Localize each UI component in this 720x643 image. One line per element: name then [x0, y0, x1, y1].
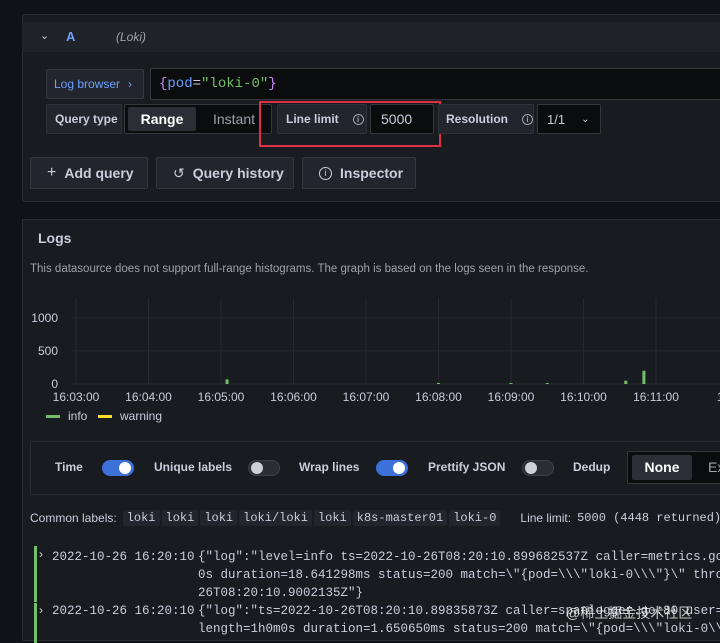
- legend-warning: warning: [98, 409, 162, 423]
- resolution-label: Resolution i: [438, 104, 534, 134]
- unique-labels-toggle[interactable]: [248, 460, 280, 476]
- chart-bar-info: [437, 383, 440, 385]
- query-type-label: Query type: [46, 104, 122, 134]
- wrap-lines-toggle[interactable]: [376, 460, 408, 476]
- chart-bar-info: [545, 383, 549, 385]
- query-value: "loki-0": [201, 76, 269, 92]
- log-browser-label: Log browser: [54, 77, 121, 91]
- histogram-notice: This datasource does not support full-ra…: [30, 263, 589, 275]
- common-label-chip: loki: [122, 510, 160, 526]
- y-tick-label: 500: [38, 344, 58, 358]
- common-label-chip: loki: [161, 510, 199, 526]
- resolution-select[interactable]: 1/1 ⌄: [537, 104, 601, 134]
- log-message-line: 0s duration=18.641298ms status=200 match…: [198, 568, 720, 582]
- query-datasource: (Loki): [116, 30, 147, 44]
- time-toggle[interactable]: [102, 460, 134, 476]
- x-tick-label: 16:10:00: [560, 390, 607, 404]
- prettify-json-toggle-label: Prettify JSON: [428, 460, 506, 474]
- chart-bar-info: [509, 383, 513, 385]
- line-limit-info-label: Line limit:: [520, 511, 572, 525]
- common-labels: Common labels: loki loki loki loki/loki …: [30, 510, 720, 526]
- query-history-button[interactable]: ↺ Query history: [156, 157, 294, 189]
- log-browser-button[interactable]: Log browser ›: [46, 69, 144, 99]
- history-icon: ↺: [173, 164, 185, 181]
- x-tick-label: 16:03:00: [53, 390, 100, 404]
- log-level-bar: [34, 546, 37, 602]
- query-input[interactable]: {pod = "loki-0"}: [150, 68, 720, 100]
- x-tick-label: 16:09:00: [488, 390, 535, 404]
- watermark: @稀土掘金技术社区: [566, 605, 693, 621]
- chart-bar-info: [624, 380, 628, 384]
- logs-volume-chart: 1000 500 016:03:00 16:04:00 16:05:00 16:06:00…: [31, 298, 720, 404]
- chart-bar-info: [225, 379, 229, 384]
- log-level-bar: [34, 603, 37, 643]
- common-label-chip: loki: [313, 510, 351, 526]
- inspector-button[interactable]: i Inspector: [302, 157, 416, 189]
- common-label-chip: loki/loki: [239, 510, 312, 526]
- dedup-exact-option[interactable]: Ex: [708, 455, 720, 480]
- log-timestamp: 2022-10-26 16:20:10: [52, 550, 195, 564]
- query-type-range-option[interactable]: Range: [128, 107, 196, 131]
- x-tick-label: 16:08:00: [415, 390, 462, 404]
- y-tick-label: 0: [51, 377, 58, 391]
- line-limit-highlight-box: [259, 101, 441, 147]
- query-type-instant-option[interactable]: Instant: [204, 107, 264, 131]
- legend-warning-swatch: [98, 414, 112, 418]
- add-query-button[interactable]: + Add query: [30, 157, 148, 189]
- dedup-none-option[interactable]: None: [632, 455, 692, 480]
- line-limit-info-value: 5000 (4448 returned): [577, 511, 720, 525]
- unique-labels-toggle-label: Unique labels: [154, 460, 233, 474]
- log-message-line: 26T08:20:10.9002135Z"}: [198, 586, 364, 600]
- chart-bar-info: [642, 370, 646, 384]
- query-key: pod: [167, 76, 193, 92]
- chevron-down-icon: ⌄: [581, 113, 590, 125]
- info-circle-icon: i: [319, 166, 332, 180]
- wrap-lines-toggle-label: Wrap lines: [299, 460, 360, 474]
- plus-icon: +: [47, 164, 57, 181]
- log-timestamp: 2022-10-26 16:20:10: [52, 604, 195, 618]
- logs-title: Logs: [38, 230, 72, 246]
- y-tick-label: 1000: [31, 311, 58, 325]
- query-eq: =: [192, 76, 202, 92]
- expand-chevron-icon[interactable]: ›: [39, 547, 43, 561]
- chevron-right-icon: ›: [128, 77, 133, 91]
- x-tick-label: 16:07:00: [343, 390, 390, 404]
- time-toggle-label: Time: [55, 460, 83, 474]
- x-tick-label: 16:04:00: [125, 390, 172, 404]
- log-row[interactable]: › 2022-10-26 16:20:10 {"log":"level=info…: [30, 546, 720, 602]
- x-tick-label: 16:11:00: [633, 390, 679, 404]
- legend-info-swatch: [46, 414, 60, 418]
- collapse-chevron-icon[interactable]: ⌄: [40, 29, 49, 42]
- x-tick-label: 16:06:00: [270, 390, 317, 404]
- x-tick-label: 16:05:00: [198, 390, 245, 404]
- expand-chevron-icon[interactable]: ›: [39, 603, 43, 617]
- prettify-json-toggle[interactable]: [522, 460, 554, 476]
- common-label-chip: loki: [200, 510, 238, 526]
- dedup-label: Dedup: [573, 460, 611, 474]
- common-label-chip: loki-0: [449, 510, 501, 526]
- legend-info: info: [46, 409, 87, 423]
- log-message-line: {"log":"level=info ts=2022-10-26T08:20:1…: [198, 550, 720, 564]
- info-circle-icon: i: [522, 113, 533, 125]
- query-brace-close: }: [268, 76, 277, 92]
- query-letter[interactable]: A: [66, 29, 75, 44]
- common-label-chip: k8s-master01: [352, 510, 448, 526]
- log-message-line: length=1h0m0s duration=1.650650ms status…: [198, 622, 720, 636]
- query-brace-open: {: [159, 76, 168, 92]
- common-labels-title: Common labels:: [30, 511, 117, 525]
